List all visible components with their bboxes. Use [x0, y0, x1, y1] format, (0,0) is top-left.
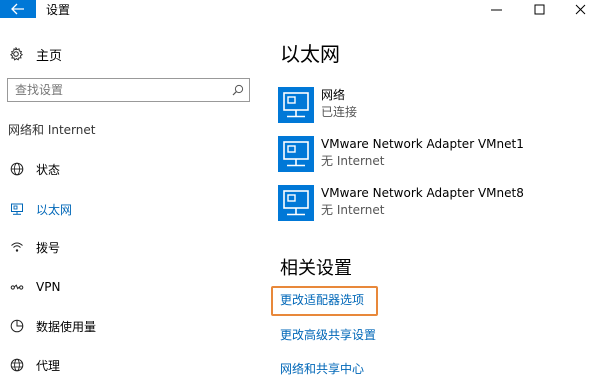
- adapter-status: 已连接: [321, 105, 358, 119]
- search-box[interactable]: [7, 78, 250, 102]
- maximize-button[interactable]: [519, 0, 559, 18]
- sidebar-item-label: VPN: [36, 280, 61, 294]
- globe-icon: [9, 161, 25, 177]
- adapter-status: 无 Internet: [321, 154, 385, 168]
- adapter-item[interactable]: VMware Network Adapter VMnet1 无 Internet: [278, 136, 594, 176]
- adapter-item[interactable]: VMware Network Adapter VMnet8 无 Internet: [278, 185, 594, 225]
- search-icon[interactable]: [227, 80, 249, 100]
- sidebar-item-data-usage[interactable]: 数据使用量: [0, 311, 260, 341]
- sidebar-item-label: 状态: [36, 162, 61, 177]
- sidebar: 主页 网络和 Internet 状态: [0, 18, 260, 384]
- sidebar-item-label: 以太网: [36, 202, 73, 217]
- adapter-name: VMware Network Adapter VMnet1: [321, 137, 524, 151]
- dialup-icon: [9, 239, 25, 255]
- page-title: 以太网: [280, 42, 340, 66]
- gear-icon: [8, 46, 24, 62]
- main-content: 以太网 网络 已连接 VMware Network Adapter VMnet1…: [271, 18, 594, 384]
- close-button[interactable]: [560, 0, 594, 18]
- adapter-name: VMware Network Adapter VMnet8: [321, 186, 524, 200]
- back-button[interactable]: [0, 0, 36, 18]
- network-sharing-center-link[interactable]: 网络和共享中心: [280, 360, 364, 377]
- close-icon: [575, 4, 585, 14]
- data-usage-icon: [9, 318, 25, 334]
- sidebar-item-proxy[interactable]: 代理: [0, 350, 260, 380]
- window-title: 设置: [46, 3, 71, 17]
- sidebar-item-ethernet[interactable]: 以太网: [0, 194, 260, 224]
- change-adapter-options-link[interactable]: 更改适配器选项: [280, 291, 364, 308]
- title-bar: 设置: [0, 0, 594, 18]
- back-arrow-icon: [11, 3, 24, 15]
- proxy-globe-icon: [9, 357, 25, 373]
- home-nav-item[interactable]: 主页: [8, 44, 62, 64]
- minimize-button[interactable]: [476, 0, 516, 18]
- ethernet-icon: [9, 201, 25, 217]
- sidebar-item-vpn[interactable]: VPN: [0, 272, 260, 302]
- sidebar-item-status[interactable]: 状态: [0, 154, 260, 184]
- sidebar-item-label: 数据使用量: [36, 319, 97, 334]
- ethernet-adapter-icon: [278, 87, 314, 123]
- minimize-icon: [490, 9, 502, 10]
- vpn-icon: [9, 279, 25, 295]
- sidebar-item-label: 代理: [36, 358, 61, 373]
- adapter-name: 网络: [321, 88, 346, 102]
- ethernet-adapter-icon: [278, 185, 314, 221]
- sidebar-item-label: 拨号: [36, 240, 61, 255]
- sidebar-item-dialup[interactable]: 拨号: [0, 232, 260, 262]
- adapter-item[interactable]: 网络 已连接: [278, 87, 594, 127]
- adapter-status: 无 Internet: [321, 203, 385, 217]
- change-advanced-sharing-link[interactable]: 更改高级共享设置: [280, 326, 376, 343]
- section-heading: 网络和 Internet: [8, 123, 96, 137]
- home-label: 主页: [36, 48, 63, 64]
- ethernet-adapter-icon: [278, 136, 314, 172]
- maximize-icon: [534, 4, 544, 14]
- related-settings-title: 相关设置: [280, 258, 352, 279]
- search-input[interactable]: [8, 80, 227, 100]
